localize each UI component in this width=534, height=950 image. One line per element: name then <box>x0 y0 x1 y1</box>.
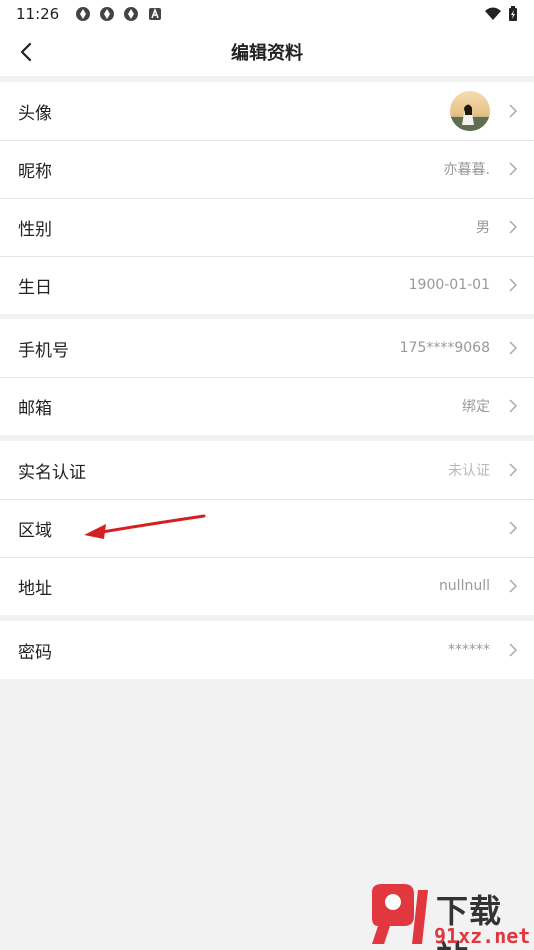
birthday-value: 1900-01-01 <box>408 277 490 293</box>
security-group: 密码 ****** <box>0 621 534 679</box>
phone-value: 175****9068 <box>399 340 490 356</box>
app-notification-icon <box>124 7 139 21</box>
avatar <box>450 91 490 131</box>
chevron-right-icon <box>509 463 518 477</box>
app-header: 编辑资料 <box>0 28 534 76</box>
status-bar: 11:26 <box>0 0 534 28</box>
row-phone[interactable]: 手机号 175****9068 <box>0 319 534 377</box>
chevron-right-icon <box>509 220 518 234</box>
email-value: 绑定 <box>462 399 490 415</box>
chevron-right-icon <box>509 579 518 593</box>
row-region[interactable]: 区域 <box>0 499 534 557</box>
chevron-right-icon <box>509 162 518 176</box>
row-label: 实名认证 <box>18 462 86 483</box>
chevron-right-icon <box>509 521 518 535</box>
row-nickname[interactable]: 昵称 亦暮暮. <box>0 140 534 198</box>
row-realname-verification[interactable]: 实名认证 未认证 <box>0 441 534 499</box>
row-label: 密码 <box>18 642 52 663</box>
wifi-icon <box>485 7 501 20</box>
gender-value: 男 <box>476 220 490 236</box>
row-label: 昵称 <box>18 161 52 182</box>
row-label: 邮箱 <box>18 398 52 419</box>
avatar-photo <box>450 91 490 131</box>
row-label: 区域 <box>18 520 52 541</box>
system-icons <box>484 6 518 22</box>
app-notification-icon <box>76 7 91 21</box>
row-gender[interactable]: 性别 男 <box>0 198 534 256</box>
password-value: ****** <box>448 642 490 658</box>
chevron-right-icon <box>509 399 518 413</box>
row-address[interactable]: 地址 nullnull <box>0 557 534 615</box>
row-birthday[interactable]: 生日 1900-01-01 <box>0 256 534 314</box>
chevron-right-icon <box>509 341 518 355</box>
row-email[interactable]: 邮箱 绑定 <box>0 377 534 435</box>
row-label: 手机号 <box>18 340 69 361</box>
verification-status: 未认证 <box>448 463 490 479</box>
watermark-logo-icon <box>372 884 428 944</box>
row-label: 性别 <box>18 219 52 240</box>
row-avatar[interactable]: 头像 <box>0 82 534 140</box>
chevron-left-icon <box>20 42 32 62</box>
chevron-right-icon <box>509 104 518 118</box>
row-label: 地址 <box>18 578 52 599</box>
chevron-right-icon <box>509 278 518 292</box>
notification-icons <box>75 6 163 22</box>
contact-group: 手机号 175****9068 邮箱 绑定 <box>0 319 534 435</box>
row-label: 生日 <box>18 277 52 298</box>
status-time: 11:26 <box>16 5 60 23</box>
back-button[interactable] <box>10 36 42 68</box>
nickname-value: 亦暮暮. <box>443 162 490 178</box>
identity-group: 实名认证 未认证 区域 地址 nullnull <box>0 441 534 615</box>
a-badge-icon <box>149 7 162 20</box>
watermark: 下载站 91xz.net <box>364 880 534 950</box>
page-title: 编辑资料 <box>231 43 303 64</box>
profile-basic-group: 头像 昵称 亦暮暮. 性别 男 生日 1900-01-01 <box>0 82 534 314</box>
row-label: 头像 <box>18 103 52 124</box>
row-password[interactable]: 密码 ****** <box>0 621 534 679</box>
watermark-url: 91xz.net <box>434 924 531 948</box>
app-notification-icon <box>100 7 115 21</box>
chevron-right-icon <box>509 643 518 657</box>
battery-icon <box>509 6 517 21</box>
address-value: nullnull <box>438 578 490 594</box>
